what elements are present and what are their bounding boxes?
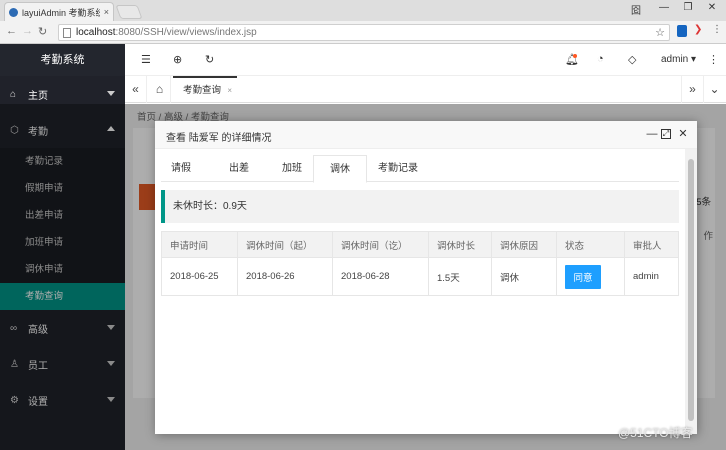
back-icon[interactable]: ← xyxy=(6,25,17,37)
col-header: 审批人 xyxy=(633,240,662,252)
tab-overtime[interactable]: 加班 xyxy=(264,155,320,182)
maximize-icon[interactable]: ❐ xyxy=(678,2,698,13)
user-menu[interactable]: admin ▾ xyxy=(661,54,696,65)
dialog-body: 请假 出差 加班 调休 考勤记录 未休时长：0.9天 申请时间 调休时间（起） … xyxy=(155,149,685,434)
col-header: 申请时间 xyxy=(162,232,238,257)
browser-tabstrip: layuiAdmin 考勤系统 × 囵 — ❐ ✕ xyxy=(0,0,726,21)
home-tab-icon[interactable]: ⌂ xyxy=(149,76,171,103)
address-bar-row: ← → ↻ localhost :8080/SSH/view/views/ind… xyxy=(0,21,726,44)
cell-reason: 调休 xyxy=(492,258,557,295)
home-icon: ⌂ xyxy=(10,88,17,100)
tabs-next-icon[interactable]: » xyxy=(681,76,703,103)
tab-attendance-query[interactable]: 考勤查询 × xyxy=(173,76,237,103)
profile-icon[interactable]: 囵 xyxy=(626,2,646,17)
notice-dot xyxy=(573,54,577,58)
refresh-icon[interactable]: ↻ xyxy=(205,53,214,66)
browser-tab-title: layuiAdmin 考勤系统 xyxy=(22,7,100,18)
close-window-icon[interactable]: ✕ xyxy=(702,2,722,13)
theme-icon[interactable]: ◔ xyxy=(597,53,604,65)
more-icon[interactable]: ⋮ xyxy=(708,53,719,66)
url-input[interactable]: localhost :8080/SSH/view/views/index.jsp… xyxy=(58,24,670,41)
user-name: admin xyxy=(661,54,689,65)
col-header: 调休原因 xyxy=(492,232,557,257)
tabs-prev-icon[interactable]: « xyxy=(125,76,147,103)
dialog-scrollbar[interactable] xyxy=(685,149,697,434)
dialog-title: 查看 陆爱军 的详细情况 xyxy=(166,133,272,144)
table-header-row: 申请时间 调休时间（起） 调休时间（讫） 调休时长 调休原因 状态 审批人 xyxy=(162,232,678,257)
sidebar-item-label: 主页 xyxy=(28,90,48,102)
tab-dayoff[interactable]: 调休 xyxy=(313,155,367,183)
shrink-icon[interactable]: ☰ xyxy=(141,53,151,66)
cell-status: 同意 xyxy=(557,258,625,295)
app-title: 考勤系统 xyxy=(0,44,125,76)
favicon-icon xyxy=(9,7,18,17)
tab-close-icon[interactable]: × xyxy=(227,78,232,103)
col-header: 调休时长 xyxy=(429,232,492,257)
tab-attendance-records[interactable]: 考勤记录 xyxy=(369,155,427,182)
chevron-down-icon xyxy=(107,91,115,96)
url-path: :8080/SSH/view/views/index.jsp xyxy=(115,27,257,38)
minimize-icon[interactable]: — xyxy=(654,2,674,13)
dialog-header: 查看 陆爱军 的详细情况 — ⤢ ✕ xyxy=(155,121,697,149)
col-header: 状态 xyxy=(557,232,625,257)
col-header: 调休时间（起） xyxy=(238,232,333,257)
tabs-menu-icon[interactable]: ⌄ xyxy=(703,76,725,103)
browser-tab[interactable]: layuiAdmin 考勤系统 × xyxy=(4,2,114,21)
tab-trip[interactable]: 出差 xyxy=(211,155,267,182)
url-host: localhost xyxy=(76,27,116,38)
browser-tab-close-icon[interactable]: × xyxy=(104,7,109,17)
dialog-tabs: 请假 出差 加班 调休 考勤记录 xyxy=(161,155,679,183)
cell-from-date: 2018-06-26 xyxy=(238,258,333,295)
tab-leave[interactable]: 请假 xyxy=(161,155,201,182)
reload-icon[interactable]: ↻ xyxy=(38,25,47,38)
page-info-icon[interactable] xyxy=(63,27,71,38)
tab-label: 考勤查询 xyxy=(183,85,222,96)
close-icon[interactable]: ✕ xyxy=(677,127,689,141)
cell-approver: admin xyxy=(633,271,659,282)
cell-to-date: 2018-06-28 xyxy=(333,258,429,295)
status-badge[interactable]: 同意 xyxy=(565,264,601,289)
watermark: @51CTO博客 xyxy=(618,426,693,440)
top-header: ☰ ⊕ ↻ 🔔︎ ◔ ◇ admin ▾ ⋮ xyxy=(125,44,726,76)
note-icon[interactable]: ◇ xyxy=(628,53,636,66)
star-icon[interactable]: ☆ xyxy=(655,26,665,39)
scrollbar-thumb[interactable] xyxy=(688,159,694,421)
page-tabs: « ⌂ 考勤查询 × » ⌄ xyxy=(125,76,726,103)
cell-apply-date: 2018-06-25 xyxy=(162,258,238,295)
col-header: 调休时间（讫） xyxy=(333,232,429,257)
menu-icon[interactable]: ⋮ xyxy=(712,24,722,36)
minimize-icon[interactable]: — xyxy=(646,127,658,141)
forward-icon[interactable]: → xyxy=(22,25,33,37)
website-icon[interactable]: ⊕ xyxy=(173,53,182,66)
extension-icon-2[interactable]: ❯ xyxy=(694,24,704,36)
extension-icon[interactable] xyxy=(677,25,687,37)
dayoff-table: 申请时间 调休时间（起） 调休时间（讫） 调休时长 调休原因 状态 审批人 20… xyxy=(161,231,679,296)
detail-dialog: 查看 陆爱军 的详细情况 — ⤢ ✕ 请假 出差 加班 调休 考勤记录 未休时长… xyxy=(155,121,697,434)
maximize-icon[interactable]: ⤢ xyxy=(661,129,671,139)
new-tab-button[interactable] xyxy=(115,5,143,19)
cell-duration: 1.5天 xyxy=(429,258,492,295)
table-row: 2018-06-25 2018-06-26 2018-06-28 1.5天 调休… xyxy=(162,257,678,295)
remaining-time-summary: 未休时长：0.9天 xyxy=(161,190,679,223)
